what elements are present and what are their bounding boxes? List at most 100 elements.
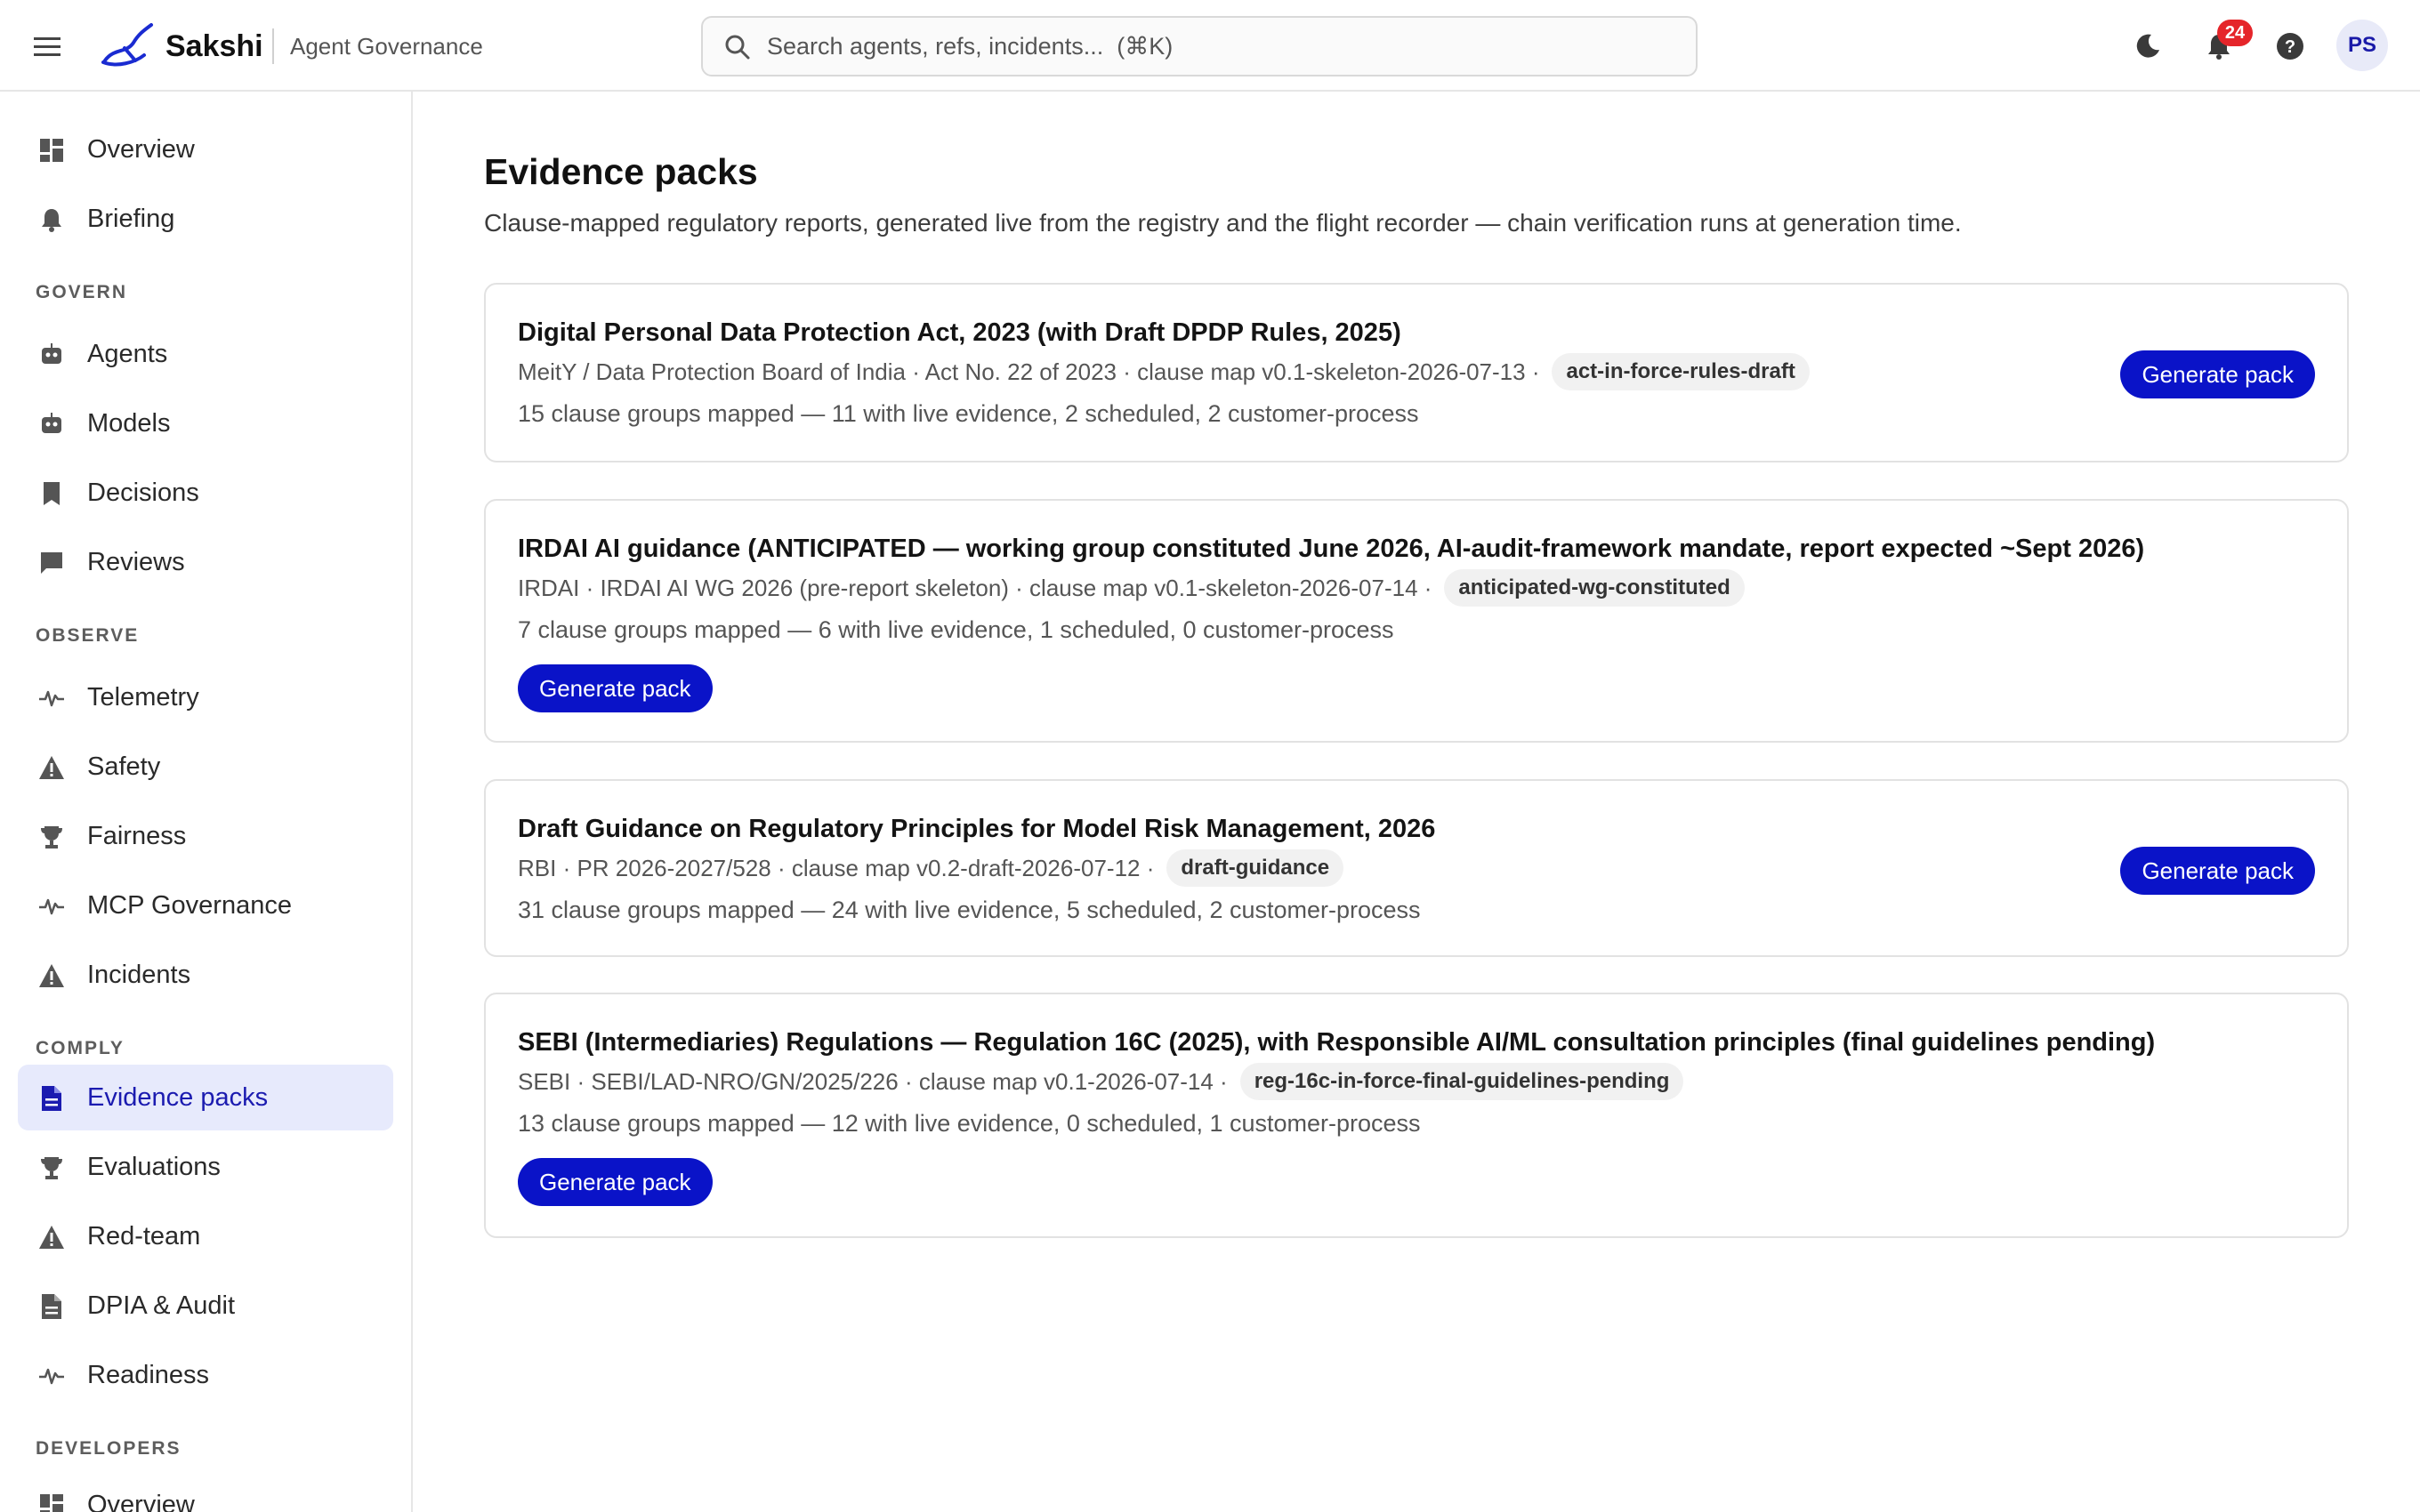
notification-count-badge: 24	[2217, 20, 2253, 46]
generate-pack-button[interactable]: Generate pack	[2120, 847, 2315, 895]
status-tag: draft-guidance	[1166, 849, 1344, 887]
sidebar-item-reviews[interactable]: Reviews	[18, 529, 393, 595]
pack-title: IRDAI AI guidance (ANTICIPATED — working…	[518, 535, 2145, 563]
sidebar-item-dpia-audit[interactable]: DPIA & Audit	[18, 1273, 393, 1339]
status-tag: reg-16c-in-force-final-guidelines-pendin…	[1239, 1063, 1684, 1100]
sidebar-item-incidents[interactable]: Incidents	[18, 942, 393, 1008]
pack-title: Digital Personal Data Protection Act, 20…	[518, 318, 1401, 347]
sidebar-item-label: Decisions	[87, 479, 199, 507]
sidebar-item-label: Briefing	[87, 205, 175, 233]
evidence-pack-card: Digital Personal Data Protection Act, 20…	[484, 283, 2349, 462]
sidebar-item-label: Models	[87, 409, 171, 438]
top-bar: Sakshi Agent Governance 24 ? PS	[0, 0, 2420, 92]
pack-meta: MeitY / Data Protection Board of India ·…	[518, 352, 1810, 391]
sidebar-item-label: Incidents	[87, 961, 191, 989]
pack-meta-text: IRDAI · IRDAI AI WG 2026 (pre-report ske…	[518, 575, 1432, 601]
robot-icon	[37, 410, 66, 438]
pack-title: Draft Guidance on Regulatory Principles …	[518, 815, 1436, 843]
chat-icon	[37, 549, 66, 577]
bell-icon	[37, 205, 66, 234]
sidebar-item-readiness[interactable]: Readiness	[18, 1342, 393, 1408]
generate-pack-button[interactable]: Generate pack	[518, 1158, 713, 1206]
pack-meta-text: SEBI · SEBI/LAD-NRO/GN/2025/226 · clause…	[518, 1068, 1228, 1095]
sidebar-item-decisions[interactable]: Decisions	[18, 460, 393, 526]
trophy-icon	[37, 823, 66, 851]
section-heading-comply: COMPLY	[36, 1038, 125, 1058]
pack-meta: IRDAI · IRDAI AI WG 2026 (pre-report ske…	[518, 568, 1745, 607]
brand-subtitle: Agent Governance	[290, 33, 483, 60]
sidebar-item-label: Evidence packs	[87, 1083, 269, 1112]
generate-pack-button[interactable]: Generate pack	[518, 664, 713, 712]
sidebar-item-evidence-packs[interactable]: Evidence packs	[18, 1065, 393, 1130]
evidence-pack-card: Draft Guidance on Regulatory Principles …	[484, 779, 2349, 957]
sakshi-logo-icon[interactable]	[100, 21, 155, 69]
page-title: Evidence packs	[484, 151, 758, 192]
user-avatar[interactable]: PS	[2336, 20, 2388, 71]
sidebar-item-red-team[interactable]: Red-team	[18, 1203, 393, 1269]
section-heading-govern: GOVERN	[36, 282, 128, 302]
pack-meta-text: MeitY / Data Protection Board of India ·…	[518, 358, 1540, 385]
sidebar-item-briefing[interactable]: Briefing	[18, 186, 393, 252]
trophy-icon	[37, 1154, 66, 1182]
status-tag: anticipated-wg-constituted	[1444, 569, 1745, 607]
sidebar-item-telemetry[interactable]: Telemetry	[18, 664, 393, 730]
help-icon[interactable]: ?	[2271, 27, 2310, 66]
sidebar-item-developers-overview[interactable]: Overview	[18, 1472, 393, 1512]
search-input[interactable]	[767, 27, 1674, 66]
sidebar-item-models[interactable]: Models	[18, 390, 393, 456]
sidebar: Overview Briefing GOVERN Agents Models D…	[0, 92, 413, 1512]
sidebar-item-label: Overview	[87, 1491, 195, 1512]
pack-title: SEBI (Intermediaries) Regulations — Regu…	[518, 1028, 2156, 1057]
pulse-icon	[37, 1362, 66, 1390]
sidebar-item-label: Evaluations	[87, 1153, 221, 1181]
svg-text:?: ?	[2285, 37, 2295, 57]
pack-summary: 31 clause groups mapped — 24 with live e…	[518, 897, 1421, 923]
global-search[interactable]	[701, 16, 1698, 76]
sidebar-item-label: MCP Governance	[87, 891, 292, 920]
dark-mode-moon-icon[interactable]	[2128, 27, 2167, 66]
sidebar-item-label: Overview	[87, 135, 195, 164]
brand-name[interactable]: Sakshi	[165, 27, 263, 66]
sidebar-item-label: DPIA & Audit	[87, 1291, 236, 1320]
warning-icon	[37, 1223, 66, 1251]
warning-icon	[37, 753, 66, 782]
generate-pack-button[interactable]: Generate pack	[2120, 350, 2315, 398]
evidence-pack-card: IRDAI AI guidance (ANTICIPATED — working…	[484, 499, 2349, 743]
dashboard-icon	[37, 1492, 66, 1512]
brand-divider	[272, 28, 274, 64]
pack-summary: 15 clause groups mapped — 11 with live e…	[518, 400, 1419, 427]
hamburger-menu-icon[interactable]	[28, 27, 68, 66]
pack-summary: 13 clause groups mapped — 12 with live e…	[518, 1110, 1421, 1137]
section-heading-developers: DEVELOPERS	[36, 1438, 182, 1459]
search-icon	[724, 34, 751, 65]
pulse-icon	[37, 684, 66, 712]
sidebar-item-label: Reviews	[87, 548, 185, 576]
sidebar-item-safety[interactable]: Safety	[18, 734, 393, 800]
section-heading-observe: OBSERVE	[36, 625, 140, 646]
document-icon	[37, 1292, 66, 1321]
status-tag: act-in-force-rules-draft	[1552, 353, 1810, 390]
evidence-pack-card: SEBI (Intermediaries) Regulations — Regu…	[484, 993, 2349, 1238]
page-subtitle: Clause-mapped regulatory reports, genera…	[484, 209, 1962, 237]
sidebar-item-label: Readiness	[87, 1361, 210, 1389]
robot-icon	[37, 341, 66, 369]
sidebar-item-agents[interactable]: Agents	[18, 321, 393, 387]
pack-summary: 7 clause groups mapped — 6 with live evi…	[518, 616, 1394, 643]
sidebar-item-evaluations[interactable]: Evaluations	[18, 1134, 393, 1200]
bookmark-icon	[37, 479, 66, 508]
sidebar-item-label: Fairness	[87, 822, 187, 850]
pulse-icon	[37, 892, 66, 921]
document-icon	[37, 1084, 66, 1113]
dashboard-icon	[37, 136, 66, 165]
warning-icon	[37, 961, 66, 990]
sidebar-item-label: Telemetry	[87, 683, 199, 712]
sidebar-item-label: Red-team	[87, 1222, 201, 1251]
pack-meta: RBI · PR 2026-2027/528 · clause map v0.2…	[518, 848, 1344, 888]
pack-meta: SEBI · SEBI/LAD-NRO/GN/2025/226 · clause…	[518, 1062, 1684, 1101]
sidebar-item-fairness[interactable]: Fairness	[18, 803, 393, 869]
pack-meta-text: RBI · PR 2026-2027/528 · clause map v0.2…	[518, 855, 1155, 881]
sidebar-item-label: Agents	[87, 340, 168, 368]
sidebar-item-overview[interactable]: Overview	[18, 117, 393, 182]
sidebar-item-mcp-governance[interactable]: MCP Governance	[18, 873, 393, 938]
sidebar-item-label: Safety	[87, 752, 161, 781]
